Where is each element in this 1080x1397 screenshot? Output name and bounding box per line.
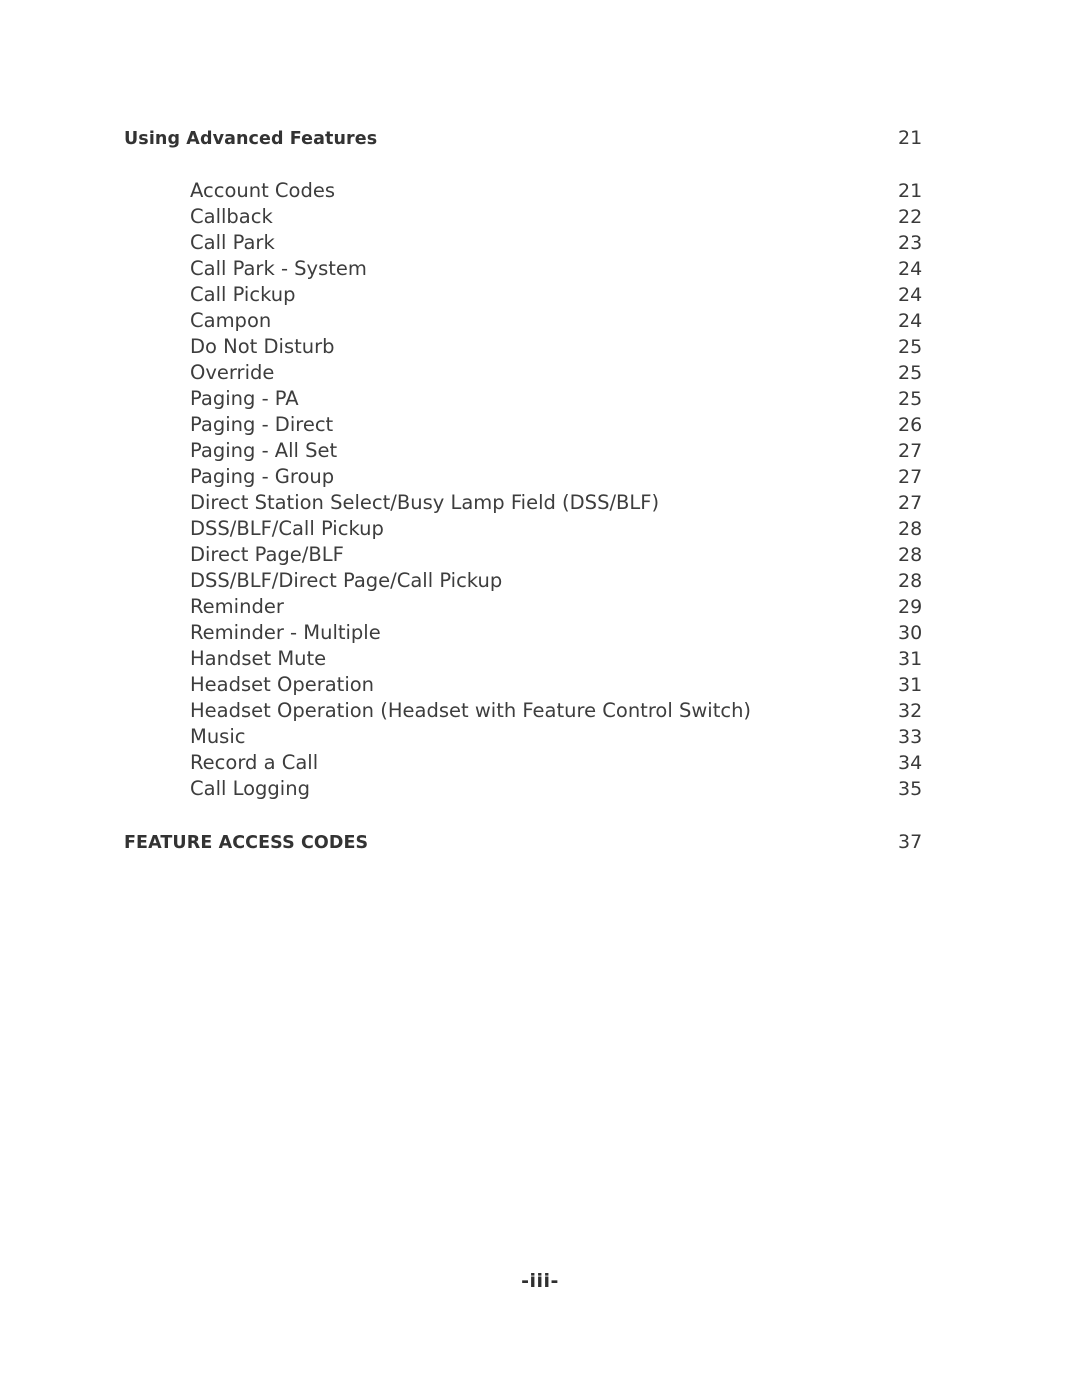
toc-entry-row[interactable]: Music 33 [190,724,956,750]
toc-entry-title: Override [190,361,275,384]
toc-entry-page-number: 25 [898,362,923,384]
toc-entry-title: DSS/BLF/Direct Page/Call Pickup [190,569,503,592]
toc-entry-page-number: 28 [898,570,923,592]
toc-entry-title: Direct Station Select/Busy Lamp Field (D… [190,491,660,514]
toc-entry-page-number: 24 [898,310,923,332]
toc-entry-row[interactable]: Record a Call 34 [190,750,956,776]
toc-entry-title: Paging - PA [190,387,299,410]
toc-entry-page-number: 27 [898,466,923,488]
toc-entry-title: Handset Mute [190,647,327,670]
toc-entry-title: Do Not Disturb [190,335,335,358]
toc-entry-row[interactable]: Call Pickup 24 [190,282,956,308]
toc-entry-row[interactable]: Callback 22 [190,204,956,230]
toc-entry-title: Reminder - Multiple [190,621,381,644]
toc-entry-row[interactable]: Paging - All Set 27 [190,438,956,464]
toc-entry-title: Call Logging [190,777,310,800]
toc-entry-row[interactable]: Headset Operation 31 [190,672,956,698]
toc-entry-page-number: 32 [898,700,923,722]
toc-entry-row[interactable]: Reminder 29 [190,594,956,620]
toc-entry-page-number: 34 [898,752,923,774]
toc-entry-page-number: 24 [898,258,923,280]
toc-entry-page-number: 21 [898,180,923,202]
toc-entry-row[interactable]: Override 25 [190,360,956,386]
toc-entry-page-number: 35 [898,778,923,800]
toc-entry-row[interactable]: Call Logging 35 [190,776,956,802]
toc-entry-title: Paging - Direct [190,413,334,436]
toc-entry-row[interactable]: DSS/BLF/Direct Page/Call Pickup 28 [190,568,956,594]
toc-section-title: FEATURE ACCESS CODES [124,833,369,853]
document-page: Using Advanced Features 21 Account Codes 21… [0,0,1080,1397]
toc-entry-page-number: 29 [898,596,923,618]
toc-entry-row[interactable]: Handset Mute 31 [190,646,956,672]
toc-entry-row[interactable]: Do Not Disturb 25 [190,334,956,360]
toc-entry-row[interactable]: Headset Operation (Headset with Feature … [190,698,956,724]
toc-entry-row[interactable]: Campon 24 [190,308,956,334]
toc-entry-row[interactable]: Paging - Group 27 [190,464,956,490]
toc-entry-title: Music [190,725,246,748]
toc-entry-page-number: 27 [898,492,923,514]
toc-entry-page-number: 23 [898,232,923,254]
toc-entry-row[interactable]: Paging - Direct 26 [190,412,956,438]
toc-entry-page-number: 25 [898,336,923,358]
toc-entry-page-number: 27 [898,440,923,462]
toc-section-title: Using Advanced Features [124,129,378,149]
toc-entry-page-number: 28 [898,518,923,540]
heading-spacer [124,151,956,178]
toc-section-row[interactable]: FEATURE ACCESS CODES 37 [124,830,956,855]
toc-entry-title: Paging - All Set [190,439,338,462]
toc-section-page-number: 37 [898,831,923,853]
toc-section-row[interactable]: Using Advanced Features 21 [124,126,956,151]
toc-entry-row[interactable]: DSS/BLF/Call Pickup 28 [190,516,956,542]
toc-entry-title: Call Pickup [190,283,296,306]
toc-entry-page-number: 31 [898,674,923,696]
toc-entry-row[interactable]: Paging - PA 25 [190,386,956,412]
toc-entry-page-number: 22 [898,206,923,228]
toc-entry-page-number: 26 [898,414,923,436]
toc-entry-title: Campon [190,309,272,332]
toc-entry-page-number: 25 [898,388,923,410]
toc-entry-row[interactable]: Direct Page/BLF 28 [190,542,956,568]
toc-entry-title: Call Park [190,231,275,254]
toc-entry-title: Call Park - System [190,257,367,280]
toc-entry-title: Record a Call [190,751,319,774]
toc-entry-title: Reminder [190,595,284,618]
toc-entry-page-number: 30 [898,622,923,644]
toc-entry-row[interactable]: Call Park - System 24 [190,256,956,282]
page-folio: -iii- [521,1270,559,1292]
toc-entry-title: Direct Page/BLF [190,543,344,566]
toc-entry-row[interactable]: Account Codes 21 [190,178,956,204]
toc-entry-row[interactable]: Call Park 23 [190,230,956,256]
toc-entry-page-number: 28 [898,544,923,566]
toc-entry-title: Callback [190,205,273,228]
toc-entry-title: Paging - Group [190,465,335,488]
toc-entry-row[interactable]: Direct Station Select/Busy Lamp Field (D… [190,490,956,516]
toc-entry-row[interactable]: Reminder - Multiple 30 [190,620,956,646]
toc-entry-page-number: 31 [898,648,923,670]
toc-entry-page-number: 24 [898,284,923,306]
toc-entry-page-number: 33 [898,726,923,748]
toc-entry-title: Headset Operation [190,673,375,696]
toc-entry-list: Account Codes 21 Callback 22 Call Park 23 Call… [190,178,956,802]
toc-entry-title: Account Codes [190,179,336,202]
toc-section-page-number: 21 [898,127,923,149]
toc-entry-title: DSS/BLF/Call Pickup [190,517,384,540]
table-of-contents: Using Advanced Features 21 Account Codes 21… [124,126,956,855]
toc-entry-title: Headset Operation (Headset with Feature … [190,699,752,722]
